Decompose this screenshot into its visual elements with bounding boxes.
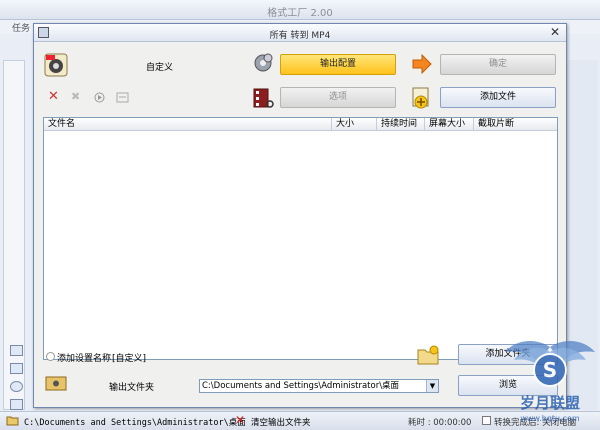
clear-icon[interactable]: ✖ — [71, 90, 80, 103]
column-duration[interactable]: 持续时间 — [377, 118, 425, 131]
app-title: 格式工厂 2.00 — [267, 8, 333, 19]
close-icon[interactable]: ✕ — [548, 25, 562, 39]
output-config-button[interactable]: 输出配置 — [280, 54, 396, 75]
settings-gear-icon — [254, 53, 273, 72]
column-screen-size[interactable]: 屏幕大小 — [425, 118, 474, 131]
file-list[interactable]: 文件名 大小 持续时间 屏幕大小 截取片断 — [43, 117, 558, 360]
clear-output-folder-link[interactable]: 清空输出文件夹 — [251, 416, 311, 428]
add-folder-icon — [417, 345, 439, 365]
delete-icon[interactable]: ✕ — [48, 89, 59, 104]
options-button[interactable]: 选项 — [280, 87, 396, 108]
add-file-button[interactable]: 添加文件 — [440, 87, 556, 108]
output-folder-icon[interactable] — [45, 374, 67, 392]
output-folder-select[interactable]: C:\Documents and Settings\Administrator\… — [199, 379, 439, 393]
column-filename[interactable]: 文件名 — [44, 118, 332, 131]
svg-text:S: S — [543, 358, 557, 382]
add-file-icon — [412, 87, 429, 109]
watermark-url: www.bgtu.com — [520, 414, 580, 423]
file-list-header: 文件名 大小 持续时间 屏幕大小 截取片断 — [44, 118, 557, 131]
watermark-text: 岁月联盟 — [520, 394, 580, 412]
add-setting-radio[interactable] — [46, 352, 55, 361]
profile-video-icon — [44, 53, 68, 77]
column-clip[interactable]: 截取片断 — [474, 118, 557, 131]
play-icon[interactable] — [94, 92, 105, 103]
menu-task[interactable]: 任务 — [12, 21, 30, 34]
status-output-path: C:\Documents and Settings\Administrator\… — [24, 418, 246, 428]
music-icon[interactable] — [10, 345, 23, 356]
dialog-titlebar: 所有 转到 MP4 ✕ — [34, 24, 566, 42]
tools-icon[interactable] — [10, 399, 23, 410]
ok-button[interactable]: 确定 — [440, 54, 556, 75]
dialog-title: 所有 转到 MP4 — [269, 31, 331, 41]
watermark-logo: S 岁月联盟 www.bgtu.com — [505, 340, 595, 423]
arrow-right-icon — [412, 54, 432, 74]
media-info-icon[interactable] — [116, 92, 129, 103]
chevron-down-icon[interactable]: ▼ — [426, 380, 438, 392]
film-scissors-icon — [253, 88, 274, 108]
output-folder-value: C:\Documents and Settings\Administrator\… — [202, 381, 400, 391]
add-setting-name-value: [自定义] — [112, 354, 147, 364]
add-setting-name-label: 添加设置名称 — [57, 354, 112, 364]
column-size[interactable]: 大小 — [332, 118, 377, 131]
shutdown-checkbox[interactable] — [482, 416, 491, 425]
image-icon[interactable] — [10, 363, 23, 374]
clear-output-icon[interactable]: ✕ — [235, 413, 245, 427]
convert-dialog: 所有 转到 MP4 ✕ 自定义 ✕ ✖ 输出配置 确定 选项 添加文件 文件名 … — [33, 23, 567, 408]
folder-icon[interactable] — [6, 414, 19, 426]
app-sidebar — [3, 60, 25, 410]
disc-icon[interactable] — [10, 381, 23, 392]
elapsed-time: 耗时 : 00:00:00 — [408, 418, 472, 428]
profile-label: 自定义 — [146, 63, 174, 73]
output-folder-label: 输出文件夹 — [109, 383, 155, 393]
